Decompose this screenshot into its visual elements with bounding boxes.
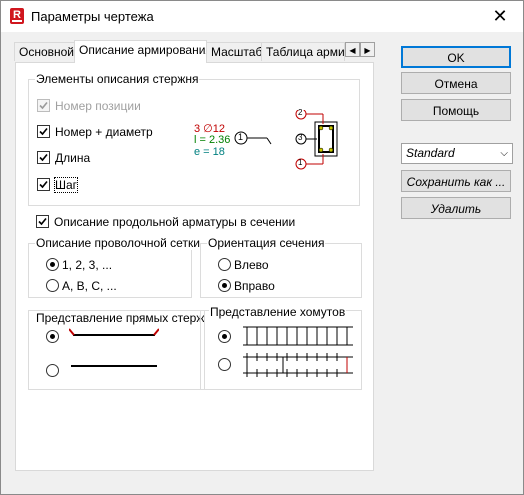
radio-dot — [222, 334, 227, 339]
tab-scroll-right-icon[interactable]: ▶ — [360, 42, 375, 57]
radio-stirrups-full[interactable] — [218, 330, 231, 343]
group-stirrups: Представление хомутов — [200, 305, 362, 390]
radio-straight-plain[interactable] — [46, 364, 59, 377]
check-icon — [39, 180, 48, 189]
title-bar: R Параметры чертежа ✕ — [1, 1, 523, 32]
group-title-stirrups: Представление хомутов — [209, 305, 347, 319]
checkbox-position-number[interactable] — [37, 99, 50, 112]
style-select[interactable]: Standard ⌵ — [401, 143, 513, 164]
tab-main[interactable]: Основной — [14, 42, 75, 61]
preview-spacing-text: e = 18 — [194, 146, 225, 158]
radio-dot — [50, 334, 55, 339]
label-mesh-alpha: A, B, C, ... — [62, 279, 117, 293]
label-longitudinal-reinforcement: Описание продольной арматуры в сечении — [54, 215, 296, 229]
radio-mesh-numeric[interactable] — [46, 258, 59, 271]
app-logo-icon: R — [10, 8, 24, 24]
check-icon — [39, 153, 48, 162]
preview-marker-top: 2 — [298, 108, 303, 117]
group-rebar-elements: Элементы описания стержня Номер позиции … — [28, 72, 360, 206]
check-icon — [38, 217, 47, 226]
label-number-diameter: Номер + диаметр — [55, 125, 153, 139]
label-position-number: Номер позиции — [55, 99, 141, 113]
group-title-straight: Представление прямых стержней — [35, 311, 204, 325]
label-length: Длина — [55, 151, 91, 165]
cancel-button[interactable]: Отмена — [401, 72, 511, 94]
tab-panel: Элементы описания стержня Номер позиции … — [15, 62, 374, 471]
rebar-preview-drawing — [234, 110, 338, 170]
dialog-window: R Параметры чертежа ✕ Основной Описание … — [0, 0, 524, 495]
preview-marker-mid: 3 — [298, 133, 303, 142]
chevron-down-icon: ⌵ — [500, 148, 508, 159]
group-title-elements: Элементы описания стержня — [35, 72, 200, 86]
radio-orientation-right[interactable] — [218, 279, 231, 292]
preview-marker-main: 1 — [238, 132, 244, 142]
hooked-bar-icon — [69, 328, 159, 336]
checkbox-number-diameter[interactable] — [37, 125, 50, 138]
check-icon — [39, 127, 48, 136]
style-select-value: Standard — [406, 146, 455, 160]
tab-scale[interactable]: Масштаб — [206, 42, 262, 61]
radio-orientation-left[interactable] — [218, 258, 231, 271]
tab-scroll-left-icon[interactable]: ◀ — [345, 42, 360, 57]
window-title: Параметры чертежа — [31, 9, 154, 24]
radio-dot — [50, 262, 55, 267]
label-orientation-right: Вправо — [234, 279, 275, 293]
radio-mesh-alpha[interactable] — [46, 279, 59, 292]
help-button[interactable]: Помощь — [401, 99, 511, 121]
stirrups-full-icon — [243, 326, 353, 346]
group-wire-mesh: Описание проволочной сетки 1, 2, 3, ... … — [28, 236, 201, 298]
group-title-orientation: Ориентация сечения — [207, 236, 326, 250]
delete-button[interactable]: Удалить — [401, 197, 511, 219]
radio-straight-hooked[interactable] — [46, 330, 59, 343]
label-orientation-left: Влево — [234, 258, 269, 272]
check-icon — [39, 101, 48, 110]
preview-marker-bottom: 1 — [298, 158, 303, 167]
save-as-button[interactable]: Сохранить как ... — [401, 170, 511, 192]
group-straight-bars: Представление прямых стержней — [28, 310, 205, 390]
group-section-orientation: Ориентация сечения Влево Вправо — [200, 236, 362, 298]
plain-bar-icon — [71, 365, 157, 367]
checkbox-spacing[interactable] — [37, 178, 50, 191]
radio-stirrups-simplified[interactable] — [218, 358, 231, 371]
checkbox-length[interactable] — [37, 151, 50, 164]
tab-rebar-table[interactable]: Таблица армир — [261, 42, 345, 61]
close-icon[interactable]: ✕ — [488, 5, 512, 27]
stirrups-simplified-icon — [243, 353, 353, 377]
preview-length-text: l = 2.36 — [194, 134, 231, 146]
ok-button[interactable]: OK — [401, 46, 511, 68]
label-mesh-numeric: 1, 2, 3, ... — [62, 258, 113, 272]
checkbox-longitudinal-reinforcement[interactable] — [36, 215, 49, 228]
label-spacing: Шаг — [53, 177, 79, 193]
group-title-mesh: Описание проволочной сетки — [35, 236, 201, 250]
tab-strip: Основной Описание армирования Масштаб Та… — [14, 40, 376, 63]
tab-reinforcement-description[interactable]: Описание армирования — [74, 40, 207, 63]
radio-dot — [222, 283, 227, 288]
